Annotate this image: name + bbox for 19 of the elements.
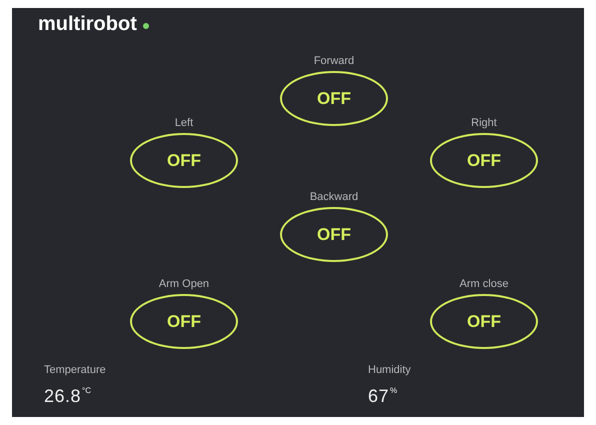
control-label: Arm Open bbox=[158, 278, 210, 291]
control-label: Backward bbox=[310, 191, 358, 204]
control-label: Right bbox=[471, 117, 497, 130]
sensor-label: Temperature bbox=[44, 363, 107, 377]
control-label: Left bbox=[174, 117, 194, 130]
control-label: Arm close bbox=[460, 278, 508, 291]
toggle-button[interactable]: OFF bbox=[280, 207, 388, 262]
control-label: Forward bbox=[314, 55, 354, 68]
app-title: multirobot bbox=[38, 12, 137, 36]
unit-label: % bbox=[390, 386, 398, 396]
sensor-value: 26.8 bbox=[44, 386, 82, 406]
toggle-button[interactable]: OFF bbox=[430, 294, 538, 349]
toggle-button[interactable]: OFF bbox=[130, 294, 238, 349]
unit-label: °C bbox=[82, 386, 92, 396]
toggle-button[interactable]: OFF bbox=[280, 71, 388, 126]
sensor-label: Humidity bbox=[368, 363, 412, 377]
toggle-button[interactable]: OFF bbox=[430, 133, 538, 188]
toggle-button[interactable]: OFF bbox=[130, 133, 238, 188]
sensor-value: 67 bbox=[368, 386, 390, 406]
